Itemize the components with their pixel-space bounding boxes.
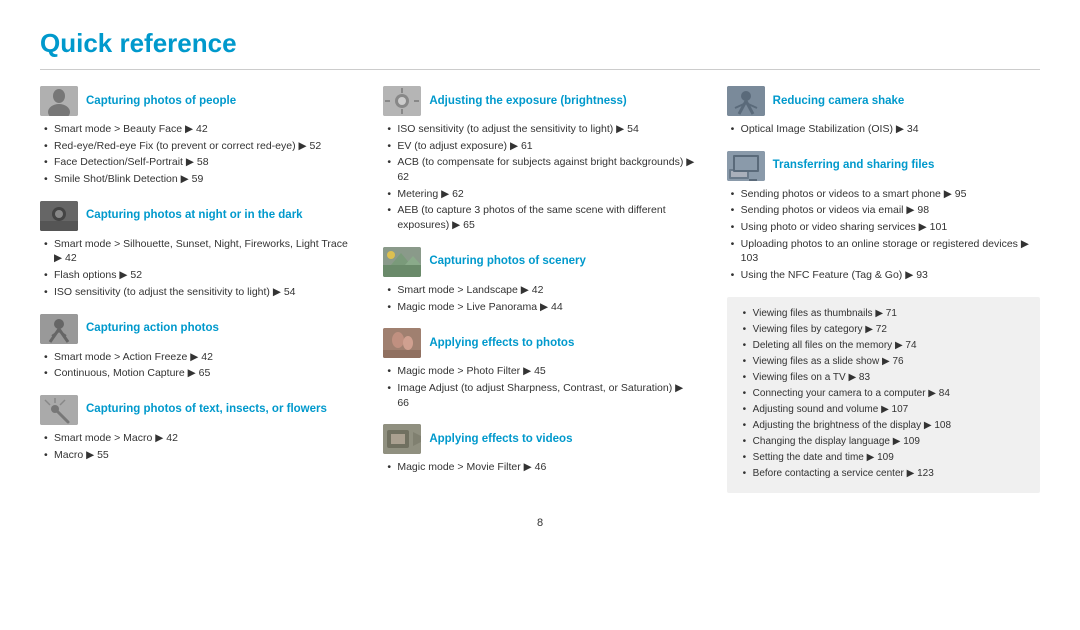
section-header-photo-effects: Applying effects to photos [383,328,696,358]
list-item: Face Detection/Self-Portrait ▶ 58 [44,155,353,170]
section-header-night: Capturing photos at night or in the dark [40,201,353,231]
section-title-transfer: Transferring and sharing files [773,158,935,173]
list-item: Deleting all files on the memory ▶ 74 [743,339,1028,353]
section-title-night: Capturing photos at night or in the dark [86,208,303,223]
list-item: Using photo or video sharing services ▶ … [731,220,1040,235]
section-title-video-effects: Applying effects to videos [429,432,572,447]
column-1: Capturing photos of people Smart mode > … [40,86,353,507]
list-item: Adjusting the brightness of the display … [743,419,1028,433]
icon-transfer [727,151,765,181]
list-item: Magic mode > Movie Filter ▶ 46 [387,460,696,475]
section-header-scenery: Capturing photos of scenery [383,247,696,277]
section-header-transfer: Transferring and sharing files [727,151,1040,181]
page-title: Quick reference [40,28,1040,59]
list-item: Continuous, Motion Capture ▶ 65 [44,366,353,381]
section-items-people: Smart mode > Beauty Face ▶ 42 Red-eye/Re… [40,122,353,187]
icon-camera-shake [727,86,765,116]
title-divider [40,69,1040,70]
list-item: Metering ▶ 62 [387,187,696,202]
list-item: Flash options ▶ 52 [44,268,353,283]
section-title-action: Capturing action photos [86,321,219,336]
list-item: Smart mode > Landscape ▶ 42 [387,283,696,298]
section-items-photo-effects: Magic mode > Photo Filter ▶ 45 Image Adj… [383,364,696,410]
section-header-exposure: Adjusting the exposure (brightness) [383,86,696,116]
list-item: Smart mode > Silhouette, Sunset, Night, … [44,237,353,266]
list-item: Magic mode > Live Panorama ▶ 44 [387,300,696,315]
list-item: ISO sensitivity (to adjust the sensitivi… [44,285,353,300]
icon-exposure [383,86,421,116]
section-camera-shake: Reducing camera shake Optical Image Stab… [727,86,1040,137]
icon-people [40,86,78,116]
section-header-camera-shake: Reducing camera shake [727,86,1040,116]
section-items-camera-shake: Optical Image Stabilization (OIS) ▶ 34 [727,122,1040,137]
section-title-camera-shake: Reducing camera shake [773,94,905,109]
list-item: Magic mode > Photo Filter ▶ 45 [387,364,696,379]
list-item: ACB (to compensate for subjects against … [387,155,696,184]
section-text-insects: Capturing photos of text, insects, or fl… [40,395,353,462]
section-items-action: Smart mode > Action Freeze ▶ 42 Continuo… [40,350,353,381]
section-photo-effects: Applying effects to photos Magic mode > … [383,328,696,410]
icon-text-insects [40,395,78,425]
section-exposure: Adjusting the exposure (brightness) ISO … [383,86,696,233]
section-title-photo-effects: Applying effects to photos [429,336,574,351]
section-header-video-effects: Applying effects to videos [383,424,696,454]
list-item: Viewing files as a slide show ▶ 76 [743,355,1028,369]
icon-video-effects [383,424,421,454]
section-video-effects: Applying effects to videos Magic mode > … [383,424,696,475]
column-2: Adjusting the exposure (brightness) ISO … [383,86,696,507]
list-item: Sending photos or videos to a smart phon… [731,187,1040,202]
section-graybox: Viewing files as thumbnails ▶ 71 Viewing… [727,297,1040,493]
section-header-action: Capturing action photos [40,314,353,344]
content-grid: Capturing photos of people Smart mode > … [40,86,1040,507]
list-item: Uploading photos to an online storage or… [731,237,1040,266]
section-action: Capturing action photos Smart mode > Act… [40,314,353,381]
list-item: Changing the display language ▶ 109 [743,435,1028,449]
list-item: Viewing files by category ▶ 72 [743,323,1028,337]
list-item: Red-eye/Red-eye Fix (to prevent or corre… [44,139,353,154]
section-items-transfer: Sending photos or videos to a smart phon… [727,187,1040,283]
list-item: Sending photos or videos via email ▶ 98 [731,203,1040,218]
section-items-exposure: ISO sensitivity (to adjust the sensitivi… [383,122,696,233]
list-item: Setting the date and time ▶ 109 [743,451,1028,465]
page-number: 8 [40,517,1040,529]
list-item: ISO sensitivity (to adjust the sensitivi… [387,122,696,137]
section-title-people: Capturing photos of people [86,94,236,109]
list-item: Viewing files on a TV ▶ 83 [743,371,1028,385]
section-items-scenery: Smart mode > Landscape ▶ 42 Magic mode >… [383,283,696,314]
column-3: Reducing camera shake Optical Image Stab… [727,86,1040,507]
section-header-people: Capturing photos of people [40,86,353,116]
list-item: Optical Image Stabilization (OIS) ▶ 34 [731,122,1040,137]
section-header-text-insects: Capturing photos of text, insects, or fl… [40,395,353,425]
list-item: Image Adjust (to adjust Sharpness, Contr… [387,381,696,410]
section-title-text-insects: Capturing photos of text, insects, or fl… [86,402,327,417]
icon-scenery [383,247,421,277]
section-items-video-effects: Magic mode > Movie Filter ▶ 46 [383,460,696,475]
section-items-night: Smart mode > Silhouette, Sunset, Night, … [40,237,353,300]
list-item: Smart mode > Action Freeze ▶ 42 [44,350,353,365]
section-title-scenery: Capturing photos of scenery [429,254,586,269]
list-item: Using the NFC Feature (Tag & Go) ▶ 93 [731,268,1040,283]
icon-photo-effects [383,328,421,358]
list-item: Smile Shot/Blink Detection ▶ 59 [44,172,353,187]
section-title-exposure: Adjusting the exposure (brightness) [429,94,626,109]
list-item: EV (to adjust exposure) ▶ 61 [387,139,696,154]
list-item: Adjusting sound and volume ▶ 107 [743,403,1028,417]
list-item: Before contacting a service center ▶ 123 [743,467,1028,481]
section-transfer: Transferring and sharing files Sending p… [727,151,1040,283]
section-scenery: Capturing photos of scenery Smart mode >… [383,247,696,314]
list-item: AEB (to capture 3 photos of the same sce… [387,203,696,232]
icon-action [40,314,78,344]
list-item: Smart mode > Macro ▶ 42 [44,431,353,446]
list-item: Connecting your camera to a computer ▶ 8… [743,387,1028,401]
list-item: Macro ▶ 55 [44,448,353,463]
section-items-text-insects: Smart mode > Macro ▶ 42 Macro ▶ 55 [40,431,353,462]
section-night: Capturing photos at night or in the dark… [40,201,353,300]
list-item: Smart mode > Beauty Face ▶ 42 [44,122,353,137]
list-item: Viewing files as thumbnails ▶ 71 [743,307,1028,321]
section-people: Capturing photos of people Smart mode > … [40,86,353,187]
icon-night [40,201,78,231]
section-items-graybox: Viewing files as thumbnails ▶ 71 Viewing… [739,307,1028,481]
